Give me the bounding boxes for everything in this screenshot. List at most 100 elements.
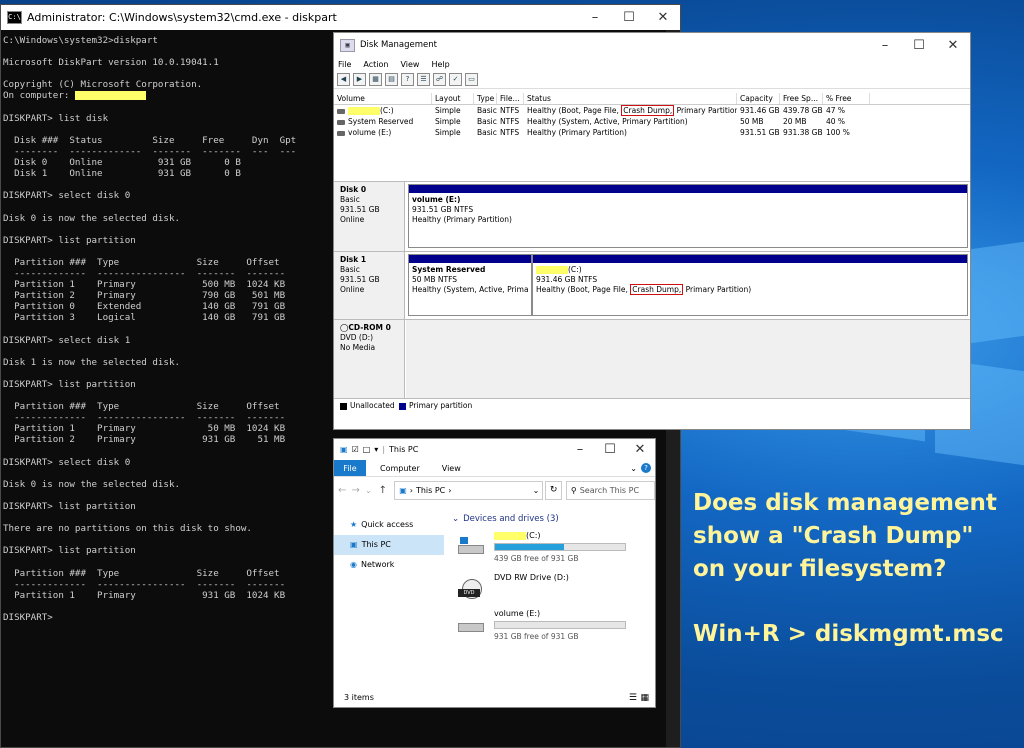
col-type[interactable]: Type xyxy=(474,93,497,104)
nav-label: Quick access xyxy=(361,520,414,529)
partition-volume-e[interactable]: volume (E:) 931.51 GB NTFS Healthy (Prim… xyxy=(408,184,968,248)
partition-info: (C:) 931.46 GB NTFS Healthy (Boot, Page … xyxy=(533,263,967,297)
drive-d[interactable]: DVD DVD RW Drive (D:) xyxy=(458,573,638,613)
close-button[interactable]: ✕ xyxy=(646,5,680,30)
help-icon[interactable]: ? xyxy=(641,463,651,473)
nav-quick-access[interactable]: ★ Quick access xyxy=(334,515,444,535)
overlay-hint: Win+R > diskmgmt.msc xyxy=(693,621,1004,647)
back-icon[interactable]: ◀ xyxy=(337,73,350,86)
volume-type: Basic xyxy=(477,117,497,126)
cdrom-0-row[interactable]: ◯CD-ROM 0 DVD (D:) No Media xyxy=(334,319,970,399)
volume-layout: Simple xyxy=(435,117,461,126)
legend: Unallocated Primary partition xyxy=(334,398,970,412)
nav-label: This PC xyxy=(361,540,391,549)
col-percent-free[interactable]: % Free xyxy=(823,93,870,104)
maximize-button[interactable]: ☐ xyxy=(902,33,936,58)
disk-size: 931.51 GB xyxy=(340,275,380,284)
forward-icon[interactable]: ▶ xyxy=(353,73,366,86)
crash-dump-highlight: Crash Dump, xyxy=(621,105,675,116)
rescan-icon[interactable]: ▭ xyxy=(465,73,478,86)
disk-0-label[interactable]: Disk 0 Basic 931.51 GB Online xyxy=(334,182,405,252)
chevron-down-icon[interactable]: ▾ xyxy=(374,445,378,454)
partition-c[interactable]: (C:) 931.46 GB NTFS Healthy (Boot, Page … xyxy=(532,254,968,316)
windows-drive-icon xyxy=(458,537,484,555)
forward-icon[interactable]: → xyxy=(352,485,366,496)
up-icon[interactable]: ↑ xyxy=(379,485,393,496)
drive-usage-fill xyxy=(495,544,564,550)
console-tree-icon[interactable]: ▦ xyxy=(369,73,382,86)
explorer-window[interactable]: ▣ ☑ □ ▾ | This PC – ☐ ✕ File Computer Vi… xyxy=(333,438,656,708)
properties-icon[interactable]: ☑ xyxy=(352,445,359,454)
volume-pct: 40 % xyxy=(826,117,846,126)
minimize-button[interactable]: – xyxy=(565,437,595,462)
volume-capacity: 931.46 GB xyxy=(740,106,780,115)
close-button[interactable]: ✕ xyxy=(625,437,655,462)
disk-1-label[interactable]: Disk 1 Basic 931.51 GB Online xyxy=(334,252,405,320)
disk-0-row[interactable]: Disk 0 Basic 931.51 GB Online volume (E:… xyxy=(334,181,970,252)
dm-titlebar[interactable]: ▣ Disk Management – ☐ ✕ xyxy=(334,33,970,57)
new-folder-icon[interactable]: □ xyxy=(363,445,371,454)
maximize-button[interactable]: ☐ xyxy=(595,437,625,462)
tab-computer[interactable]: Computer xyxy=(380,464,420,473)
col-free-space[interactable]: Free Sp... xyxy=(780,93,823,104)
large-icons-view-icon[interactable]: ▦ xyxy=(640,693,649,703)
disk-1-row[interactable]: Disk 1 Basic 931.51 GB Online System Res… xyxy=(334,251,970,320)
drive-usage-bar xyxy=(494,543,626,551)
minimize-button[interactable]: – xyxy=(868,33,902,58)
help-icon[interactable]: ? xyxy=(401,73,414,86)
explorer-titlebar[interactable]: ▣ ☑ □ ▾ | This PC – ☐ ✕ xyxy=(334,439,655,460)
close-button[interactable]: ✕ xyxy=(936,33,970,58)
cdrom-0-label[interactable]: ◯CD-ROM 0 DVD (D:) No Media xyxy=(334,320,405,399)
partition-name: (C:) xyxy=(568,265,582,274)
nav-network[interactable]: ◉ Network xyxy=(334,555,444,575)
drive-e[interactable]: volume (E:) 931 GB free of 931 GB xyxy=(458,609,638,649)
partition-system-reserved[interactable]: System Reserved 50 MB NTFS Healthy (Syst… xyxy=(408,254,532,316)
col-status[interactable]: Status xyxy=(524,93,737,104)
nav-this-pc[interactable]: ▣ This PC xyxy=(334,535,444,555)
nav-label: Network xyxy=(360,560,395,569)
content-pane: ⌄ Devices and drives (3) (C:) 439 GB free… xyxy=(452,511,647,689)
connect-icon[interactable]: ☍ xyxy=(433,73,446,86)
disk-management-window[interactable]: ▣ Disk Management – ☐ ✕ File Action View… xyxy=(333,32,971,430)
refresh-icon[interactable]: ↻ xyxy=(545,480,562,500)
maximize-button[interactable]: ☐ xyxy=(612,5,646,30)
partition-status: Healthy (Primary Partition) xyxy=(412,215,512,224)
search-input[interactable]: ⚲ Search This PC xyxy=(565,480,656,500)
chevron-down-icon[interactable]: ⌄ xyxy=(533,486,540,495)
drive-free-space: 931 GB free of 931 GB xyxy=(494,632,579,641)
col-volume[interactable]: Volume xyxy=(334,93,432,104)
partition-name-row: (C:) xyxy=(536,265,964,275)
minimize-button[interactable]: – xyxy=(578,5,612,30)
disk-state: No Media xyxy=(340,343,376,352)
partition-bar xyxy=(409,185,967,193)
disk-kind: Basic xyxy=(340,265,360,274)
back-icon[interactable]: ← xyxy=(338,485,352,496)
disk-size: 931.51 GB xyxy=(340,205,380,214)
drive-c[interactable]: (C:) 439 GB free of 931 GB xyxy=(458,531,638,571)
tab-view[interactable]: View xyxy=(442,464,461,473)
col-layout[interactable]: Layout xyxy=(432,93,474,104)
check-icon[interactable]: ✓ xyxy=(449,73,462,86)
tab-file[interactable]: File xyxy=(334,460,366,476)
expand-ribbon-icon[interactable]: ⌄ xyxy=(630,464,637,473)
menu-file[interactable]: File xyxy=(338,60,351,69)
menu-action[interactable]: Action xyxy=(363,60,388,69)
col-capacity[interactable]: Capacity xyxy=(737,93,780,104)
menu-view[interactable]: View xyxy=(400,60,419,69)
overlay-question: Does disk management show a "Crash Dump"… xyxy=(693,487,997,586)
col-filesystem[interactable]: File... xyxy=(497,93,524,104)
address-text: This PC xyxy=(415,485,446,495)
search-icon: ⚲ xyxy=(570,485,577,495)
properties-icon[interactable]: ▤ xyxy=(385,73,398,86)
partition-status: Healthy (System, Active, Prima xyxy=(412,285,529,294)
address-bar[interactable]: ▣ › This PC › ⌄ xyxy=(394,480,544,500)
volume-row-c[interactable]: (C:) Simple Basic NTFS Healthy (Boot, Pa… xyxy=(334,105,970,116)
list-icon[interactable]: ☰ xyxy=(417,73,430,86)
cmd-titlebar[interactable]: C:\ Administrator: C:\Windows\system32\c… xyxy=(1,5,680,30)
group-header[interactable]: ⌄ Devices and drives (3) xyxy=(452,514,559,524)
volume-row-system-reserved[interactable]: System Reserved Simple Basic NTFS Health… xyxy=(334,116,970,127)
details-view-icon[interactable]: ☰ xyxy=(629,693,637,703)
menu-help[interactable]: Help xyxy=(431,60,449,69)
volume-row-e[interactable]: volume (E:) Simple Basic NTFS Healthy (P… xyxy=(334,127,970,138)
chevron-down-icon[interactable]: ⌄ xyxy=(365,486,379,495)
